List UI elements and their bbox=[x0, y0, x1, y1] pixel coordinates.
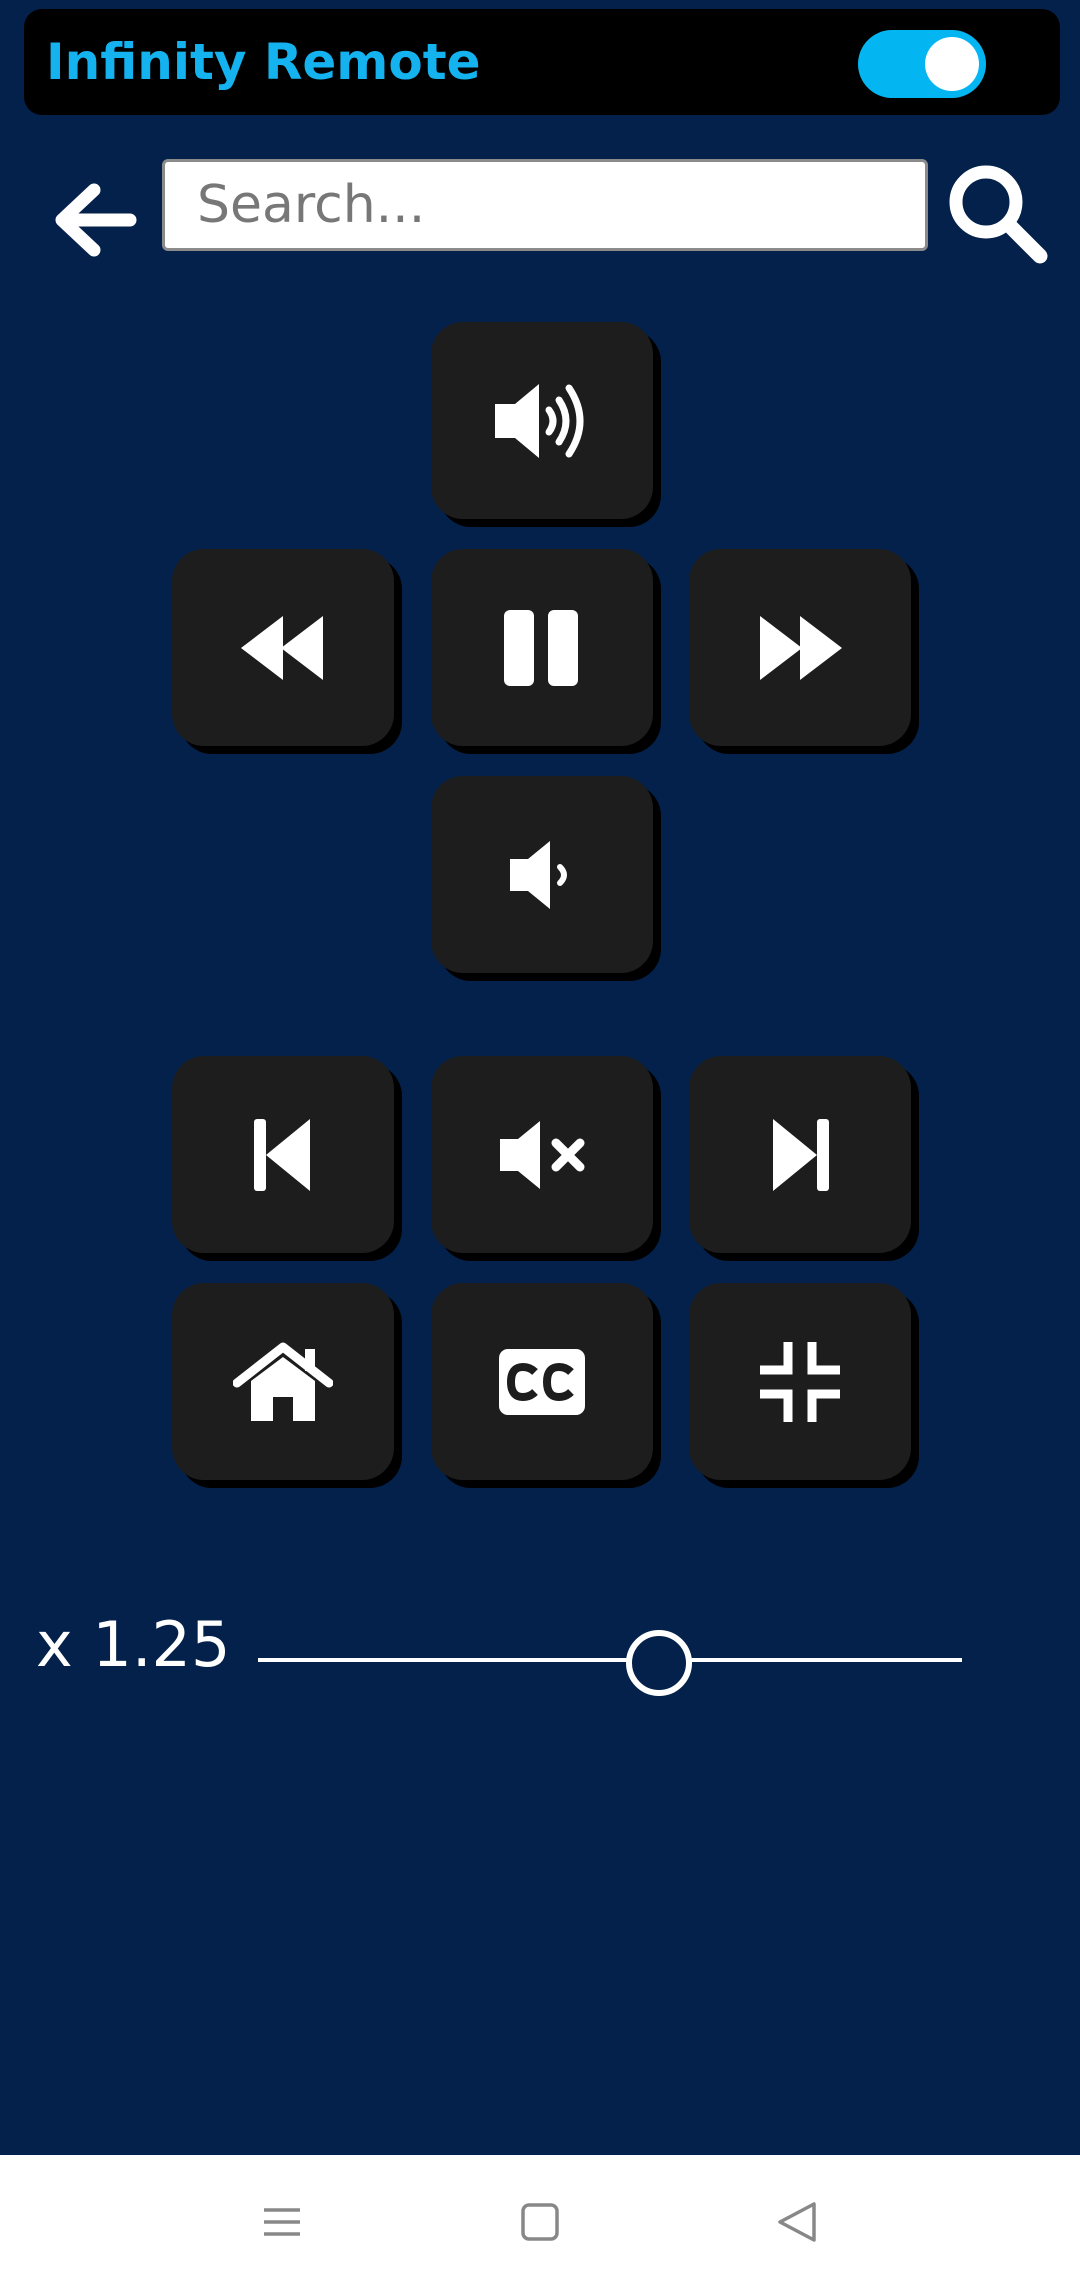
volume-low-icon bbox=[502, 835, 582, 915]
slider-thumb[interactable] bbox=[625, 1630, 692, 1696]
arrow-left-icon bbox=[46, 170, 146, 270]
next-track-button[interactable] bbox=[689, 1056, 911, 1253]
home-icon bbox=[233, 1339, 333, 1425]
skip-forward-icon bbox=[765, 1115, 835, 1195]
rewind-button[interactable] bbox=[172, 549, 394, 746]
rewind-icon bbox=[233, 608, 333, 688]
compress-icon bbox=[760, 1341, 840, 1422]
mute-button[interactable] bbox=[431, 1056, 653, 1253]
system-navigation-bar bbox=[0, 2155, 1080, 2289]
square-icon bbox=[510, 2192, 570, 2252]
title-bar: Infinity Remote bbox=[24, 9, 1060, 115]
nav-back-button[interactable] bbox=[768, 2192, 828, 2252]
pause-button[interactable] bbox=[431, 549, 653, 746]
home-button[interactable] bbox=[172, 1283, 394, 1480]
closed-captions-icon bbox=[497, 1347, 587, 1417]
exit-fullscreen-button[interactable] bbox=[689, 1283, 911, 1480]
volume-down-button[interactable] bbox=[431, 776, 653, 973]
remote-app: Infinity Remote Search... x 1.25 bbox=[0, 0, 1080, 2155]
back-button[interactable] bbox=[46, 170, 146, 270]
power-toggle[interactable] bbox=[858, 30, 986, 98]
volume-high-icon bbox=[487, 376, 597, 466]
slider-track bbox=[258, 1658, 962, 1662]
pause-icon bbox=[502, 608, 582, 688]
fast-forward-icon bbox=[750, 608, 850, 688]
recents-button[interactable] bbox=[252, 2192, 312, 2252]
toggle-knob bbox=[925, 37, 979, 91]
skip-back-icon bbox=[248, 1115, 318, 1195]
previous-track-button[interactable] bbox=[172, 1056, 394, 1253]
triangle-back-icon bbox=[768, 2192, 828, 2252]
app-title: Infinity Remote bbox=[46, 33, 481, 91]
closed-captions-button[interactable] bbox=[431, 1283, 653, 1480]
menu-icon bbox=[252, 2192, 312, 2252]
fast-forward-button[interactable] bbox=[689, 549, 911, 746]
volume-up-button[interactable] bbox=[431, 322, 653, 519]
playback-speed-slider[interactable] bbox=[258, 1620, 962, 1700]
playback-speed-label: x 1.25 bbox=[36, 1608, 231, 1681]
magnifier-icon bbox=[942, 158, 1052, 268]
search-input[interactable] bbox=[162, 159, 928, 251]
search-button[interactable] bbox=[942, 158, 1052, 268]
nav-home-button[interactable] bbox=[510, 2192, 570, 2252]
volume-mute-icon bbox=[492, 1115, 592, 1195]
